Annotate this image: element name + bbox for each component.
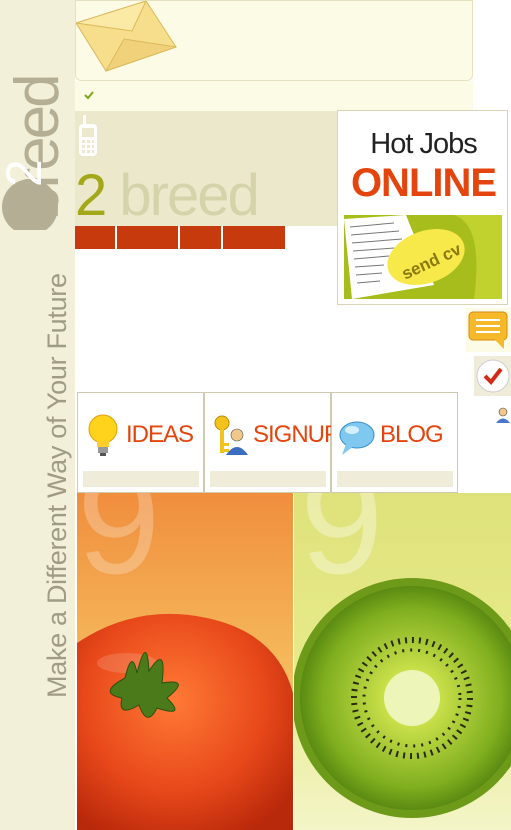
nav-item-4[interactable] [223, 226, 285, 249]
key-user-icon [214, 415, 248, 455]
feature-label: BLOG [380, 421, 444, 448]
nav-bar [75, 226, 285, 249]
feature-bar [337, 471, 453, 487]
page: breed 2 Make a Different Way of Your Fut… [0, 0, 511, 830]
nav-item-3[interactable] [180, 226, 223, 249]
nav-item-2[interactable] [117, 226, 180, 249]
feature-bar [83, 471, 199, 487]
logo-band: 2 breed [75, 111, 337, 226]
hot-jobs-subtitle: ONLINE [350, 161, 497, 205]
nav-item-1[interactable] [75, 226, 117, 249]
feature-ideas[interactable]: IDEAS [77, 392, 204, 493]
kiwi-photo: 9 [294, 493, 511, 830]
envelope-icon[interactable] [76, 1, 181, 73]
user-icon[interactable] [495, 406, 511, 424]
status-row [75, 81, 473, 111]
logo-word: breed [119, 163, 259, 228]
side-logo: breed 2 [0, 76, 72, 230]
feature-label: SIGNUP [253, 421, 340, 448]
lightbulb-icon [88, 414, 118, 456]
side-logo-number: 2 [0, 159, 52, 187]
hot-jobs-title: Hot Jobs [370, 128, 477, 160]
checkmark-icon[interactable] [474, 356, 511, 396]
feature-signup[interactable]: SIGNUP [204, 392, 340, 493]
site-logo[interactable]: 2 breed [75, 167, 260, 225]
phone-icon [79, 115, 97, 156]
feature-blog[interactable]: BLOG [331, 392, 458, 493]
tagline: Make a Different Way of Your Future [42, 273, 72, 698]
feature-bar [210, 471, 326, 487]
feature-label: IDEAS [126, 421, 194, 448]
check-icon [84, 91, 94, 100]
chat-icon[interactable] [466, 308, 511, 352]
mail-panel [75, 0, 473, 81]
tomato-photo: 9 [77, 493, 293, 830]
sidebar: breed 2 Make a Different Way of Your Fut… [0, 0, 75, 830]
svg-text:9: 9 [77, 493, 160, 605]
hot-jobs-banner[interactable]: Hot Jobs ONLINE send cv [337, 110, 508, 305]
speech-bubble-icon [339, 421, 375, 455]
logo-number: 2 [75, 163, 107, 228]
hot-jobs-art: send cv [344, 215, 502, 299]
